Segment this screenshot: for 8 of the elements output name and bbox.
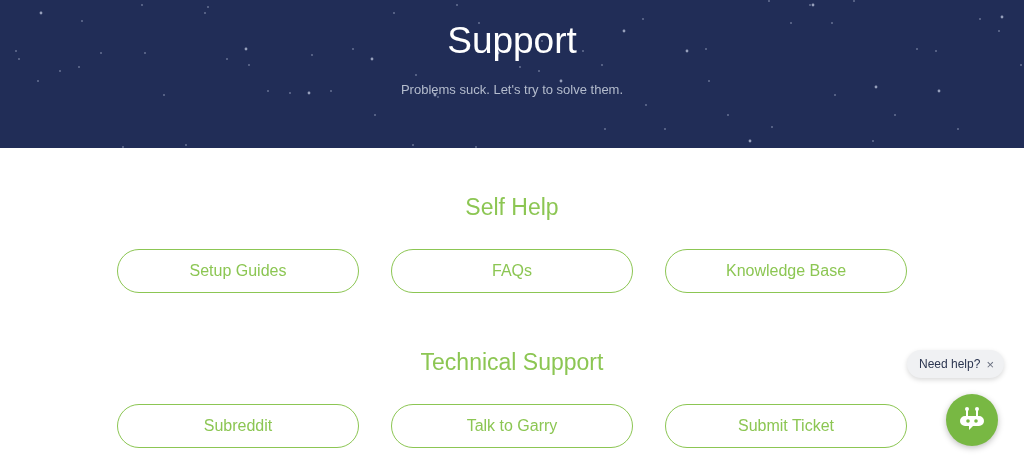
chat-launcher-button[interactable] xyxy=(946,394,998,446)
close-button[interactable]: × xyxy=(986,356,994,372)
section-heading: Technical Support xyxy=(420,349,604,376)
page-title: Support xyxy=(447,20,577,62)
chat-prompt: Need help? xyxy=(919,357,981,371)
page-subtitle: Problems suck. Let's try to solve them. xyxy=(400,82,624,97)
chat-bubble[interactable]: Need help? × xyxy=(907,350,1004,378)
section-heading: Self Help xyxy=(465,194,559,221)
